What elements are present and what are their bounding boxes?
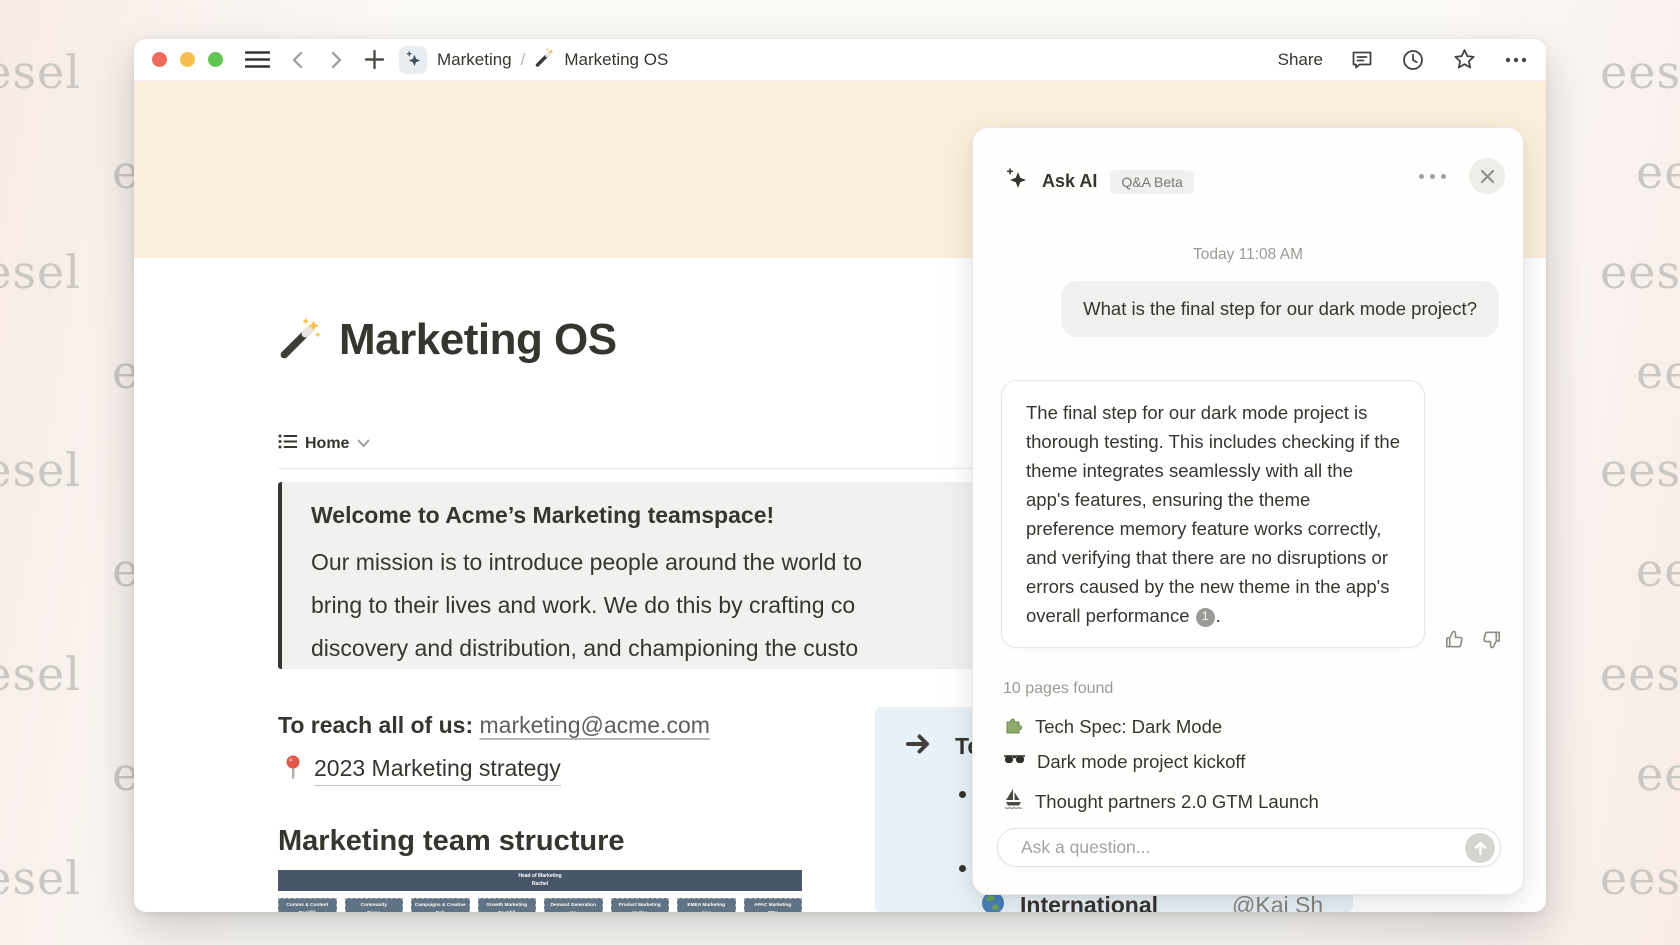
feedback-buttons xyxy=(1443,628,1503,651)
back-icon[interactable] xyxy=(288,50,308,70)
maximize-window-button[interactable] xyxy=(208,52,223,67)
sailboat-icon xyxy=(1003,788,1024,815)
new-tab-icon[interactable] xyxy=(364,49,385,70)
ask-ai-title: Ask AI xyxy=(1042,171,1097,192)
watermark-text: eesel xyxy=(1600,647,1680,701)
app-window: Marketing / Marketing OS Share xyxy=(134,39,1546,912)
org-boxes-row: Comms & ContentBackfill CommunityDiana Cam… xyxy=(278,898,802,912)
org-box: EMEA MarketingAine xyxy=(677,898,736,912)
ask-ai-panel: Ask AI Q&A Beta Today 11:08 AM What is t… xyxy=(972,127,1524,895)
tab-home-label[interactable]: Home xyxy=(305,435,349,453)
watermark-text: eesel xyxy=(0,647,81,701)
org-box: Demand GenerationHa xyxy=(544,898,603,912)
org-box: CommunityDiana xyxy=(345,898,404,912)
pages-found-label: 10 pages found xyxy=(1003,680,1113,698)
watermark-text: eesel xyxy=(1600,851,1680,905)
desktop-background: eesel eesel eesel eesel eesel eesel eesel eesel… xyxy=(0,0,1680,945)
tab-home[interactable]: Home xyxy=(278,433,370,455)
history-clock-icon[interactable] xyxy=(1401,48,1425,72)
citation-badge[interactable]: 1 xyxy=(1196,608,1215,627)
strategy-row: 2023 Marketing strategy xyxy=(284,755,561,786)
chat-timestamp: Today 11:08 AM xyxy=(973,246,1523,264)
international-label[interactable]: International xyxy=(1020,892,1158,912)
ai-message-bubble: The final step for our dark mode project… xyxy=(1001,380,1425,648)
watermark-text: eesel xyxy=(0,443,81,497)
watermark-text: eesel xyxy=(0,45,81,99)
org-head-box: Head of Marketing Rachel xyxy=(278,870,802,891)
send-icon[interactable] xyxy=(1465,833,1495,863)
breadcrumb: Marketing / Marketing OS xyxy=(437,47,668,73)
thumbs-up-icon[interactable] xyxy=(1443,628,1466,651)
ai-sparkle-icon[interactable] xyxy=(399,46,427,74)
watermark-text: eesel xyxy=(1636,543,1680,597)
org-chart[interactable]: Head of Marketing Rachel Comms & Content… xyxy=(278,870,802,912)
wand-icon xyxy=(534,47,555,73)
contact-row: To reach all of us: marketing@acme.com xyxy=(278,712,710,739)
toolbar-actions: Share xyxy=(1278,47,1528,72)
org-box: Comms & ContentBackfill xyxy=(278,898,337,912)
ai-message-period: . xyxy=(1216,605,1221,626)
org-box: APAC MarketingTBH xyxy=(744,898,803,912)
source-page-title[interactable]: Dark mode project kickoff xyxy=(1037,751,1245,773)
org-box: Campaigns & CreativeRob xyxy=(411,898,470,912)
list-view-icon xyxy=(278,433,297,455)
panel-close-icon[interactable] xyxy=(1469,158,1505,194)
sidebar-menu-icon[interactable] xyxy=(245,50,270,69)
ai-message-text: The final step for our dark mode project… xyxy=(1026,402,1400,626)
favorite-star-icon[interactable] xyxy=(1452,47,1477,72)
source-page-item[interactable]: Tech Spec: Dark Mode xyxy=(1003,714,1222,740)
share-button[interactable]: Share xyxy=(1278,50,1323,70)
chevron-down-icon[interactable] xyxy=(357,435,370,453)
source-page-title[interactable]: Tech Spec: Dark Mode xyxy=(1035,716,1222,738)
close-window-button[interactable] xyxy=(152,52,167,67)
forward-icon[interactable] xyxy=(326,50,346,70)
panel-more-icon[interactable] xyxy=(1413,168,1452,185)
source-page-item[interactable]: Dark mode project kickoff xyxy=(1003,751,1245,773)
puzzle-icon xyxy=(1003,714,1024,740)
sparkle-icon xyxy=(1003,166,1029,197)
arrow-right-icon xyxy=(905,733,931,760)
breadcrumb-current[interactable]: Marketing OS xyxy=(564,50,668,70)
sunglasses-icon xyxy=(1003,751,1026,773)
page-title[interactable]: Marketing OS xyxy=(339,315,617,365)
watermark-text: eesel xyxy=(1600,245,1680,299)
ask-question-input[interactable] xyxy=(998,837,1465,858)
contact-label: To reach all of us: xyxy=(278,712,473,738)
strategy-page-link[interactable]: 2023 Marketing strategy xyxy=(314,755,561,786)
ask-question-inputbar xyxy=(997,828,1501,867)
qa-beta-badge: Q&A Beta xyxy=(1110,170,1193,194)
org-box: Growth MarketingBackfill xyxy=(478,898,537,912)
watermark-text: eesel xyxy=(1636,345,1680,399)
traffic-lights xyxy=(152,52,223,67)
watermark-text: eesel xyxy=(1636,145,1680,199)
minimize-window-button[interactable] xyxy=(180,52,195,67)
watermark-text: eesel xyxy=(1600,443,1680,497)
wand-icon[interactable] xyxy=(278,316,322,365)
breadcrumb-parent[interactable]: Marketing xyxy=(437,50,512,70)
user-message-bubble: What is the final step for our dark mode… xyxy=(1061,281,1499,337)
org-head-title: Head of Marketing xyxy=(278,872,802,880)
window-toolbar: Marketing / Marketing OS Share xyxy=(134,39,1546,81)
page-title-row: Marketing OS xyxy=(278,315,617,365)
org-box: Product MarketingHurley xyxy=(611,898,670,912)
bullet xyxy=(959,865,966,872)
watermark-text: eesel xyxy=(0,851,81,905)
watermark-text: eesel xyxy=(1600,45,1680,99)
watermark-text: eesel xyxy=(0,245,81,299)
breadcrumb-separator: / xyxy=(521,50,526,70)
team-structure-heading: Marketing team structure xyxy=(278,825,625,858)
watermark-text: eesel xyxy=(1636,747,1680,801)
source-page-item[interactable]: Thought partners 2.0 GTM Launch xyxy=(1003,788,1319,815)
bullet xyxy=(959,791,966,798)
comments-icon[interactable] xyxy=(1350,48,1374,72)
thumbs-down-icon[interactable] xyxy=(1480,628,1503,651)
ask-ai-header: Ask AI Q&A Beta xyxy=(1003,166,1194,197)
source-page-title[interactable]: Thought partners 2.0 GTM Launch xyxy=(1035,791,1319,813)
org-head-name: Rachel xyxy=(278,880,802,888)
more-options-icon[interactable] xyxy=(1504,56,1528,64)
pushpin-icon xyxy=(284,755,302,786)
email-link[interactable]: marketing@acme.com xyxy=(480,712,710,738)
